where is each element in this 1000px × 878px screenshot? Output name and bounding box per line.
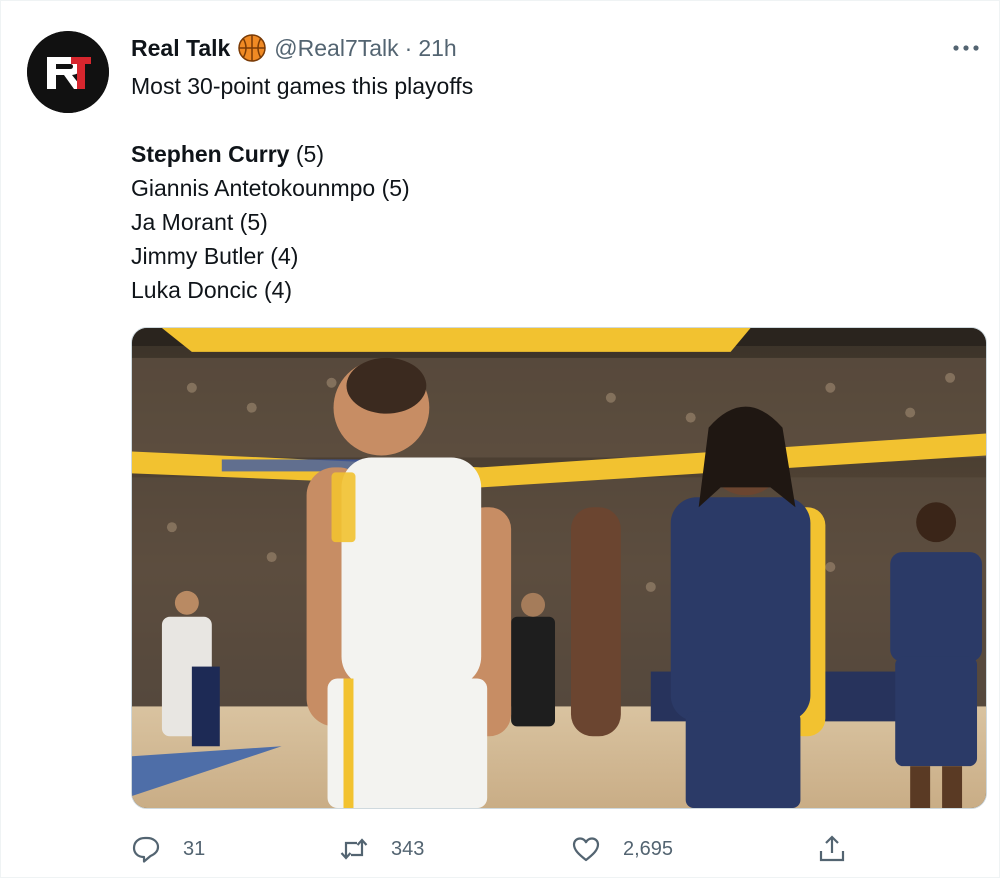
avatar[interactable] [27, 31, 109, 113]
player-name: Jimmy Butler [131, 243, 264, 269]
heart-icon [571, 834, 601, 864]
player-line: Stephen Curry (5) [131, 137, 473, 171]
player-line: Luka Doncic (4) [131, 273, 473, 307]
player-name: Giannis Antetokounmpo [131, 175, 376, 201]
user-handle[interactable]: @Real7Talk [274, 33, 398, 63]
action-bar: 31 343 2,695 [131, 829, 851, 869]
share-icon [817, 834, 847, 864]
player-line: Jimmy Butler (4) [131, 239, 473, 273]
player-count: (5) [239, 209, 268, 235]
reply-icon [131, 834, 161, 864]
player-count: (4) [263, 277, 293, 303]
more-button[interactable] [949, 31, 983, 65]
tweet-intro: Most 30-point games this playoffs [131, 73, 474, 99]
retweet-button[interactable]: 343 [339, 829, 424, 869]
tweet-text: Most 30-point games this playoffs Stephe… [131, 69, 473, 307]
retweet-icon [339, 834, 369, 864]
like-button[interactable]: 2,695 [571, 829, 673, 869]
reply-count: 31 [183, 837, 206, 860]
more-icon [953, 45, 979, 51]
basketball-photo-icon [132, 328, 986, 808]
player-count: (5) [295, 141, 324, 167]
tweet-header: Real Talk @Real7Talk · 21h [131, 33, 457, 63]
like-count: 2,695 [623, 837, 674, 860]
reply-button[interactable]: 31 [131, 829, 205, 869]
tweet-card[interactable]: Real Talk @Real7Talk · 21h Most 30-point… [0, 0, 1000, 878]
tweet-photo[interactable] [131, 327, 987, 809]
player-count: (4) [270, 243, 299, 269]
player-name: Stephen Curry [131, 141, 290, 167]
player-line: Ja Morant (5) [131, 205, 473, 239]
timestamp[interactable]: 21h [418, 33, 456, 63]
rt-logo-icon [27, 31, 109, 113]
separator-dot: · [404, 35, 413, 61]
player-name: Ja Morant [131, 209, 234, 235]
player-count: (5) [381, 175, 410, 201]
share-button[interactable] [817, 829, 847, 869]
display-name[interactable]: Real Talk [131, 33, 230, 63]
retweet-count: 343 [391, 837, 425, 860]
player-line: Giannis Antetokounmpo (5) [131, 171, 473, 205]
basketball-icon [238, 34, 267, 62]
player-name: Luka Doncic [131, 277, 258, 303]
